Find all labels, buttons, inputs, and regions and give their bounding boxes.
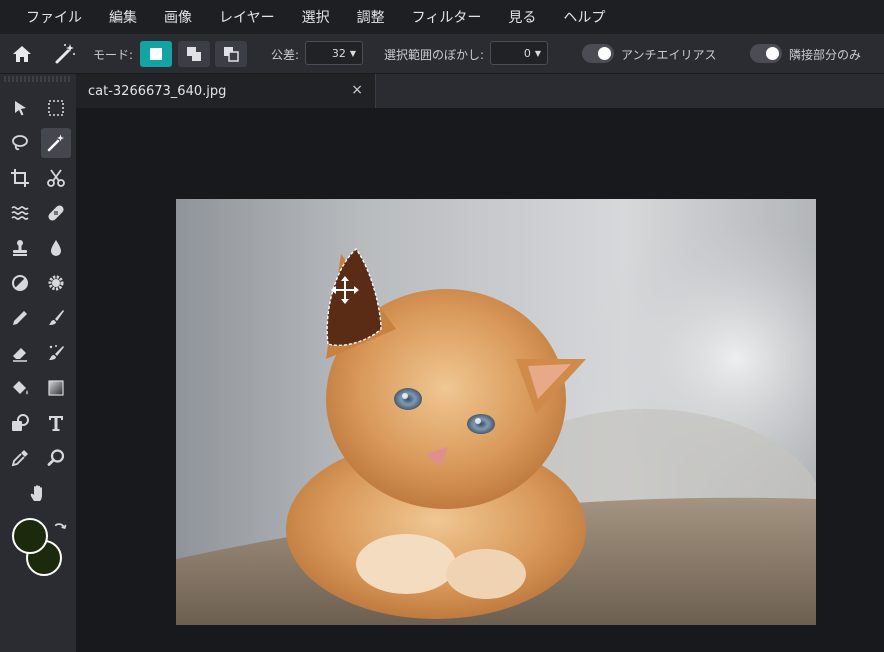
tool-panel [0,74,76,652]
move-tool[interactable] [5,93,35,123]
hand-icon [30,485,42,501]
eyedropper-icon [11,450,28,467]
magic-wand-tool-indicator [53,34,77,74]
stamp-icon [13,240,27,256]
caret-down-icon: ▼ [534,48,541,58]
contiguous-label: 隣接部分のみ [789,47,862,62]
magnifier-icon [47,449,65,466]
magic-wand-tool[interactable] [41,128,71,158]
heal-tool[interactable] [41,198,71,228]
paint-bucket-icon [13,381,28,395]
menu-view[interactable]: 見る [508,7,536,27]
pencil-icon [13,311,27,325]
lasso-tool[interactable] [5,128,35,158]
magic-wand-icon [47,134,64,152]
tolerance-dropdown[interactable]: 32 ▼ [305,41,363,65]
text-icon [49,416,63,431]
mode-add-selection-button[interactable] [178,41,210,67]
gear-icon [48,275,64,291]
home-icon [13,46,31,62]
mode-new-selection-button[interactable] [140,41,172,67]
arrow-pointer-icon [15,101,26,116]
crop-tool[interactable] [5,163,35,193]
clone-stamp-tool[interactable] [5,233,35,263]
feather-dropdown[interactable]: 0 ▼ [490,41,548,65]
liquify-tool[interactable] [5,198,35,228]
wave-icon [11,206,29,220]
tolerance-value: 32 [331,46,346,60]
shapes-icon [12,414,29,431]
antialias-label: アンチエイリアス [621,47,717,62]
menu-adjust[interactable]: 調整 [357,7,385,27]
eyedropper-tool[interactable] [5,443,35,473]
brush-icon [49,310,64,325]
feather-value: 0 [523,46,531,60]
menu-image[interactable]: 画像 [164,7,192,27]
swap-colors-button[interactable] [50,518,70,538]
toggle-knob [598,47,611,60]
cut-tool[interactable] [41,163,71,193]
hand-tool[interactable] [23,478,53,508]
menu-edit[interactable]: 編集 [109,7,137,27]
brush-sparkle-icon [49,345,64,360]
gradient-tool[interactable] [41,373,71,403]
subtract-selection-icon [224,47,239,62]
mode-subtract-selection-button[interactable] [215,41,247,67]
replace-color-tool[interactable] [41,338,71,368]
close-icon[interactable]: × [351,82,363,98]
canvas-workspace[interactable] [76,108,884,652]
shape-tool[interactable] [5,408,35,438]
menu-filter[interactable]: フィルター [412,7,482,27]
options-bar: モード: 公差: 32 ▼ 選択範囲のぼかし: 0 ▼ アンチエイリアス 隣接部分の… [0,34,884,74]
eraser-icon [13,348,27,362]
dodge-burn-tool[interactable] [5,268,35,298]
image-canvas[interactable] [176,199,816,625]
blur-tool[interactable] [41,233,71,263]
lasso-icon [12,135,28,151]
text-tool[interactable] [41,408,71,438]
gradient-icon [48,380,64,396]
add-selection-icon [187,47,201,61]
toggle-knob [766,47,779,60]
foreground-color-swatch[interactable] [12,518,48,554]
document-tab-title: cat-3266673_640.jpg [88,84,227,99]
marquee-tool[interactable] [41,93,71,123]
home-button[interactable] [11,34,33,74]
pencil-tool[interactable] [5,303,35,333]
menu-select[interactable]: 選択 [302,7,330,27]
paint-bucket-tool[interactable] [5,373,35,403]
mode-label: モード: [93,47,134,62]
magic-wand-icon [55,44,75,64]
swap-arrow-icon [54,523,67,529]
crop-icon [11,169,29,187]
sponge-tool[interactable] [41,268,71,298]
kitten-photo [176,199,816,625]
bandage-icon [48,205,64,221]
menu-file[interactable]: ファイル [26,7,82,27]
tolerance-label: 公差: [271,47,300,62]
brush-tool[interactable] [41,303,71,333]
new-selection-icon [150,48,162,60]
panel-grip[interactable] [4,76,72,82]
document-tab[interactable]: cat-3266673_640.jpg × [76,74,376,108]
menu-bar: ファイル 編集 画像 レイヤー 選択 調整 フィルター 見る ヘルプ [0,0,884,34]
feather-label: 選択範囲のぼかし: [384,47,485,62]
eraser-tool[interactable] [5,338,35,368]
menu-help[interactable]: ヘルプ [563,7,605,27]
antialias-toggle[interactable] [582,44,614,63]
document-tabs: cat-3266673_640.jpg × [76,74,884,108]
caret-down-icon: ▼ [349,48,356,58]
droplet-icon [51,240,61,256]
zoom-tool[interactable] [41,443,71,473]
menu-layer[interactable]: レイヤー [219,7,275,27]
half-circle-icon [12,275,28,291]
scissors-icon [47,169,65,187]
contiguous-toggle[interactable] [750,44,782,63]
marquee-icon [48,100,64,116]
